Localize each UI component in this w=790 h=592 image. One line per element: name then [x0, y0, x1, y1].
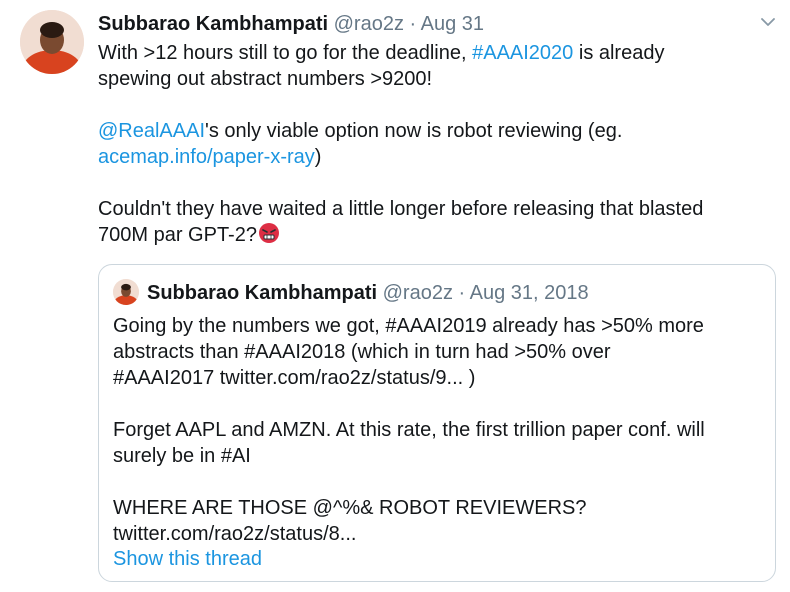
- quoted-line: #AAAI2017 twitter.com/rao2z/status/9... …: [113, 367, 476, 389]
- quoted-tweet-body: Going by the numbers we got, #AAAI2019 a…: [113, 313, 769, 547]
- quoted-author-handle: @rao2z: [382, 282, 453, 304]
- avatar-image: [20, 10, 84, 74]
- tweet-line: 700M par GPT-2?: [98, 222, 778, 248]
- quoted-author-avatar: [113, 279, 139, 305]
- tweet-text-segment: 700M par GPT-2?: [98, 224, 257, 246]
- tweet-line: Couldn't they have waited a little longe…: [98, 198, 704, 220]
- tweet-date[interactable]: Aug 31: [421, 13, 484, 35]
- tweet-line: spewing out abstract numbers >9200!: [98, 68, 433, 90]
- show-thread-link[interactable]: Show this thread: [113, 547, 262, 571]
- quoted-line: Going by the numbers we got, #AAAI2019 a…: [113, 315, 704, 337]
- mention-link[interactable]: @RealAAAI: [98, 120, 205, 142]
- tweet-header: Subbarao Kambhampati @rao2z · Aug 31: [98, 12, 484, 36]
- header-separator: ·: [409, 13, 417, 35]
- quoted-tweet[interactable]: Subbarao Kambhampati @rao2z · Aug 31, 20…: [98, 264, 776, 582]
- tweet-line: With >12 hours still to go for the deadl…: [98, 40, 778, 66]
- author-name[interactable]: Subbarao Kambhampati: [98, 13, 328, 35]
- tweet-line: acemap.info/paper-x-ray): [98, 144, 778, 170]
- tweet-body: With >12 hours still to go for the deadl…: [98, 40, 778, 248]
- header-separator: ·: [458, 282, 466, 304]
- avatar-image: [113, 279, 139, 305]
- tweet-text-segment: ): [314, 146, 322, 168]
- quoted-tweet-header: Subbarao Kambhampati @rao2z · Aug 31, 20…: [147, 281, 589, 305]
- author-avatar[interactable]: [20, 10, 84, 74]
- url-link[interactable]: acemap.info/paper-x-ray: [98, 146, 315, 168]
- author-handle[interactable]: @rao2z: [334, 13, 404, 35]
- hashtag-link[interactable]: #AAAI2020: [472, 42, 573, 64]
- quoted-line: Forget AAPL and AMZN. At this rate, the …: [113, 419, 705, 441]
- quoted-author-name: Subbarao Kambhampati: [147, 282, 378, 304]
- quoted-line: abstracts than #AAAI2018 (which in turn …: [113, 341, 611, 363]
- quoted-line: twitter.com/rao2z/status/8...: [113, 523, 357, 545]
- tweet-text-segment: is already: [573, 42, 665, 64]
- chevron-down-icon[interactable]: [760, 16, 776, 28]
- quoted-line: surely be in #AI: [113, 445, 251, 467]
- tweet-text-segment: With >12 hours still to go for the deadl…: [98, 42, 473, 64]
- tweet-line: @RealAAAI's only viable option now is ro…: [98, 118, 778, 144]
- quoted-line: WHERE ARE THOSE @^%& ROBOT REVIEWERS?: [113, 497, 587, 519]
- tweet-text-segment: 's only viable option now is robot revie…: [205, 120, 623, 142]
- quoted-tweet-date: Aug 31, 2018: [469, 282, 589, 304]
- angry-face-icon: [258, 223, 279, 243]
